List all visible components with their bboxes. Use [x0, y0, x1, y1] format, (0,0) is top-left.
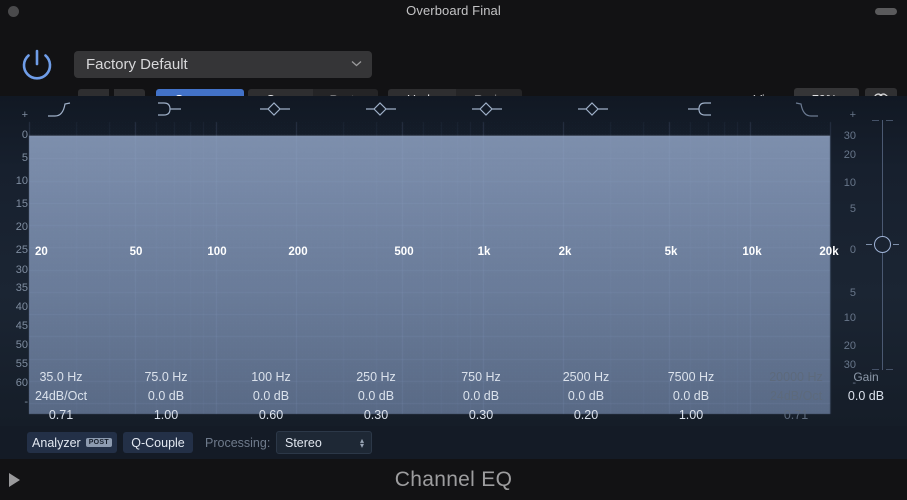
chevron-down-icon — [351, 59, 372, 70]
analyzer-label: Analyzer — [32, 435, 81, 450]
band-2-params: 75.0 Hz 0.0 dB 1.00 — [113, 368, 219, 425]
gain-tick-top-right — [886, 120, 893, 121]
channel-eq-plugin-window: Overboard Final Factory Default ‹ › Comp… — [0, 0, 907, 500]
window-titlebar: Overboard Final — [0, 0, 907, 22]
plugin-name: Channel EQ — [394, 468, 513, 491]
processing-mode-value: Stereo — [285, 435, 322, 450]
band-5-gain[interactable]: 0.0 dB — [428, 387, 534, 406]
preset-dropdown[interactable]: Factory Default — [74, 51, 372, 78]
band-5-q[interactable]: 0.30 — [428, 406, 534, 425]
freq-tick-20k: 20k — [819, 246, 839, 258]
band-6-params: 2500 Hz 0.0 dB 0.20 — [533, 368, 639, 425]
master-gain-caption: Gain — [853, 370, 879, 384]
analyzer-post-badge[interactable]: POST — [85, 438, 112, 447]
band-6-gain[interactable]: 0.0 dB — [533, 387, 639, 406]
band-5-frequency[interactable]: 750 Hz — [428, 368, 534, 387]
band-3-q[interactable]: 0.60 — [218, 406, 324, 425]
freq-tick-10k: 10k — [742, 246, 762, 258]
freq-tick-100: 100 — [207, 246, 227, 258]
band-1-params: 35.0 Hz 24dB/Oct 0.71 — [8, 368, 114, 425]
master-gain-params: Gain 0.0 dB — [828, 368, 904, 406]
window-resize-pill[interactable] — [875, 8, 897, 15]
q-couple-toggle-button[interactable]: Q-Couple — [123, 432, 193, 453]
band-4-q[interactable]: 0.30 — [323, 406, 429, 425]
band-2-gain[interactable]: 0.0 dB — [113, 387, 219, 406]
freq-tick-20: 20 — [35, 246, 48, 258]
band-7-gain[interactable]: 0.0 dB — [638, 387, 744, 406]
band-8-q[interactable]: 0.71 — [743, 406, 849, 425]
band-7-params: 7500 Hz 0.0 dB 1.00 — [638, 368, 744, 425]
gain-slider-knob[interactable] — [866, 236, 899, 253]
band-4-params: 250 Hz 0.0 dB 0.30 — [323, 368, 429, 425]
freq-tick-1k: 1k — [477, 246, 491, 258]
preset-name: Factory Default — [86, 56, 188, 73]
band-1-frequency[interactable]: 35.0 Hz — [8, 368, 114, 387]
processing-label: Processing: — [205, 436, 271, 450]
band-3-frequency[interactable]: 100 Hz — [218, 368, 324, 387]
band-1-q[interactable]: 0.71 — [8, 406, 114, 425]
power-icon — [22, 49, 52, 80]
stepper-arrows-icon: ▴ ▾ — [360, 436, 371, 449]
band-7-q[interactable]: 1.00 — [638, 406, 744, 425]
band-3-params: 100 Hz 0.0 dB 0.60 — [218, 368, 324, 425]
gain-tick-top-left — [872, 120, 879, 121]
band-4-gain[interactable]: 0.0 dB — [323, 387, 429, 406]
band-7-frequency[interactable]: 7500 Hz — [638, 368, 744, 387]
power-button[interactable] — [15, 42, 59, 86]
band-4-frequency[interactable]: 250 Hz — [323, 368, 429, 387]
freq-tick-200: 200 — [288, 246, 308, 258]
processing-down-arrow[interactable]: ▾ — [360, 441, 364, 449]
plugin-footer: Channel EQ — [0, 459, 907, 500]
freq-tick-5k: 5k — [664, 246, 678, 258]
window-title: Overboard Final — [406, 3, 501, 18]
band-3-gain[interactable]: 0.0 dB — [218, 387, 324, 406]
band-2-q[interactable]: 1.00 — [113, 406, 219, 425]
freq-tick-500: 500 — [394, 246, 414, 258]
freq-tick-50: 50 — [129, 246, 143, 258]
band-6-q[interactable]: 0.20 — [533, 406, 639, 425]
bottom-control-bar: Analyzer POST Q-Couple Processing: Stere… — [0, 426, 907, 459]
analyzer-toggle-button[interactable]: Analyzer POST — [27, 432, 117, 453]
processing-mode-dropdown[interactable]: Stereo ▴ ▾ — [276, 431, 372, 454]
band-1-slope[interactable]: 24dB/Oct — [8, 387, 114, 406]
band-5-params: 750 Hz 0.0 dB 0.30 — [428, 368, 534, 425]
plugin-toolbar: Factory Default ‹ › Compare Copy Paste U… — [0, 22, 907, 111]
band-parameter-rows: 35.0 Hz 24dB/Oct 0.71 75.0 Hz 0.0 dB 1.0… — [0, 368, 907, 426]
band-2-frequency[interactable]: 75.0 Hz — [113, 368, 219, 387]
freq-tick-2k: 2k — [558, 246, 572, 258]
band-6-frequency[interactable]: 2500 Hz — [533, 368, 639, 387]
master-gain-value[interactable]: 0.0 dB — [828, 387, 904, 406]
